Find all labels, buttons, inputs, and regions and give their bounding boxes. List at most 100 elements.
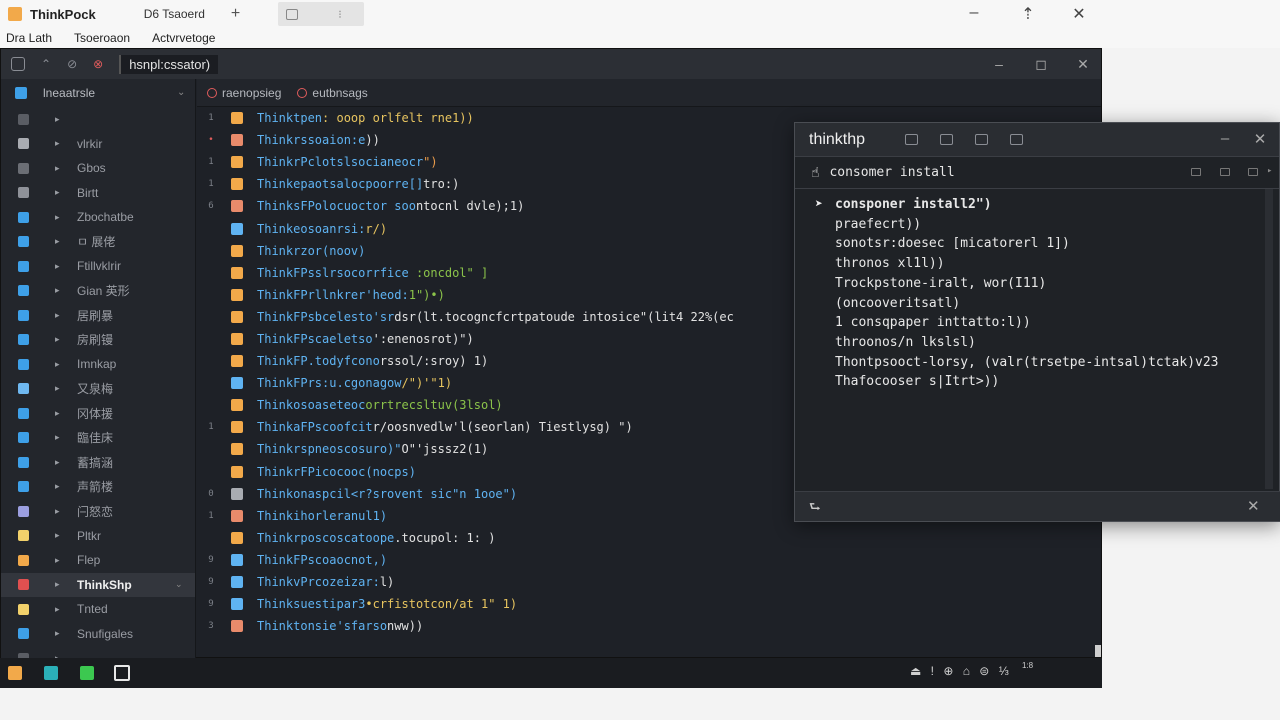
editor-close-button[interactable]: ✕ (1073, 56, 1093, 73)
sidebar-item[interactable]: ▸ Birtt (1, 181, 195, 206)
panel-icon[interactable] (1248, 168, 1258, 176)
sidebar-item[interactable]: ▸ ThinkShp ⌄ (1, 572, 195, 597)
expand-arrow-icon[interactable]: ▸ (55, 481, 65, 492)
expand-arrow-icon[interactable]: ▸ (55, 432, 65, 443)
expand-arrow-icon[interactable]: ▸ (55, 506, 65, 517)
file-type-icon (231, 576, 243, 589)
expand-arrow-icon[interactable]: ▸ (55, 212, 65, 223)
expand-arrow-icon[interactable]: ▸ (55, 408, 65, 419)
expand-arrow-icon[interactable]: ▸ (55, 187, 65, 198)
sidebar-item[interactable]: ▸ 居刷暴 (1, 303, 195, 328)
terminal-command-bar[interactable]: ☝ consomer install ▸ (795, 157, 1279, 189)
code-identifier: ThinkFPscoaocnot,) (257, 552, 388, 567)
sidebar-item[interactable]: ▸ Gbos (1, 156, 195, 181)
code-line[interactable]: 9 ThinkFPscoaocnot,) (197, 549, 1101, 571)
new-tab-button[interactable]: + (231, 5, 240, 23)
terminal-link-icon[interactable] (975, 134, 989, 145)
sidebar-item[interactable]: ▸ 蓄搞涵 (1, 450, 195, 475)
tab-raenopsieg[interactable]: raenopsieg (207, 86, 281, 100)
sidebar-header[interactable]: lneaatrsle ⌄ (1, 79, 195, 107)
chevron-down-icon[interactable]: ⌄ (175, 579, 183, 590)
taskbar-app-icon[interactable] (114, 665, 130, 681)
menu-item-session[interactable]: Tsoeroaon (74, 31, 130, 45)
expand-arrow-icon[interactable]: ▸ (55, 457, 65, 468)
hand-pointer-icon: ☝ (811, 164, 820, 181)
sidebar-item[interactable]: ▸ Tnted (1, 597, 195, 622)
sidebar-item[interactable]: ▸ vlrkir (1, 132, 195, 157)
terminal-command[interactable]: consomer install (829, 165, 954, 180)
expand-arrow-icon[interactable]: ▸ (55, 163, 65, 174)
code-line[interactable]: 9 Thinksuestipar3•crfistotcon/at 1" 1) (197, 593, 1101, 615)
expand-arrow-icon[interactable]: ▸ (55, 530, 65, 541)
terminal-minimize-button[interactable]: – (1215, 130, 1235, 147)
minimize-button[interactable]: – (962, 4, 986, 22)
taskbar-app-icon[interactable] (44, 666, 58, 680)
menu-item-activity[interactable]: Actvrvetoge (152, 31, 215, 45)
sidebar-item[interactable]: ▸ 臨佳床 (1, 426, 195, 451)
code-line[interactable]: 9 ThinkvPrcozeizar:l) (197, 571, 1101, 593)
expand-arrow-icon[interactable]: ▸ (55, 334, 65, 345)
sidebar-item[interactable]: ▸ ㅁ 展佬 (1, 230, 195, 255)
terminal-output[interactable]: ➤ consponer install2") praefecrt)) sonotsr… (795, 189, 1279, 489)
expand-arrow-icon[interactable]: ▸ (55, 236, 65, 247)
taskbar-app-icon[interactable] (8, 666, 22, 680)
sidebar-item[interactable]: ▸ Ftillvklrir (1, 254, 195, 279)
expand-arrow-icon[interactable]: ▸ (55, 359, 65, 370)
terminal-settings-icon[interactable] (1010, 134, 1024, 145)
panel-icon[interactable] (1220, 168, 1230, 176)
code-line[interactable]: 3 Thinktonsie'sfarsonww)) (197, 615, 1101, 637)
menu-item-file[interactable]: Dra Lath (6, 31, 52, 45)
sidebar-item[interactable]: ▸ (1, 107, 195, 132)
chevron-down-icon[interactable]: ⌄ (177, 87, 185, 98)
sidebar-item[interactable]: ▸ Imnkap (1, 352, 195, 377)
terminal-new-icon[interactable] (905, 134, 919, 145)
sidebar-item-label: Zbochatbe (77, 210, 134, 225)
taskbar-app-icon[interactable] (80, 666, 94, 680)
tab-strip[interactable]: ⁝ (278, 2, 365, 26)
error-icon[interactable]: ⊗ (93, 57, 103, 71)
sidebar-item[interactable]: ▸ Zbochatbe (1, 205, 195, 230)
tab-eutbnsags[interactable]: eutbnsags (297, 86, 368, 100)
terminal-footer-close-button[interactable]: ✕ (1247, 497, 1260, 515)
return-icon[interactable]: ⮑ (809, 498, 821, 520)
maximize-button[interactable]: ⇡ (1016, 4, 1040, 24)
file-icon (18, 113, 29, 125)
terminal-split-icon[interactable] (940, 134, 954, 145)
explorer-sidebar: lneaatrsle ⌄ ▸ ▸ vlrkir ▸ Gbos ▸ Birtt ▸ Zbochat… (1, 79, 196, 664)
sidebar-item[interactable]: ▸ Flep (1, 548, 195, 573)
sidebar-item[interactable]: ▸ 冈体援 (1, 401, 195, 426)
app-tab[interactable]: D6 Tsaoerd (144, 7, 205, 21)
block-icon[interactable]: ⊘ (67, 57, 77, 71)
chevron-right-icon[interactable]: ▸ (1267, 166, 1272, 176)
code-identifier: Thinksuestipar3 (257, 597, 366, 612)
sidebar-item[interactable]: ▸ Snufigales (1, 622, 195, 647)
expand-arrow-icon[interactable]: ▸ (55, 114, 65, 125)
expand-arrow-icon[interactable]: ▸ (55, 579, 65, 590)
up-arrow-icon[interactable]: ⌃ (41, 57, 51, 71)
sidebar-item[interactable]: ▸ 声箭楼 (1, 475, 195, 500)
code-line[interactable]: Thinkrposcoscatoope.tocupol: 1: ) (197, 527, 1101, 549)
expand-arrow-icon[interactable]: ▸ (55, 138, 65, 149)
expand-arrow-icon[interactable]: ▸ (55, 604, 65, 615)
expand-arrow-icon[interactable]: ▸ (55, 310, 65, 321)
sidebar-item[interactable]: ▸ 闩怒恋 (1, 499, 195, 524)
sidebar-item[interactable]: ▸ Gian 英形 (1, 279, 195, 304)
terminal-scrollbar[interactable] (1265, 189, 1273, 489)
editor-minimize-button[interactable]: – (989, 56, 1009, 72)
system-tray[interactable]: ⏏ ! ⊕ ⌂ ⊜ ⅓ (910, 664, 1012, 678)
terminal-close-button[interactable]: ✕ (1250, 130, 1270, 148)
expand-arrow-icon[interactable]: ▸ (55, 628, 65, 639)
scrollbar-thumb[interactable] (1095, 645, 1101, 657)
sidebar-item[interactable]: ▸ 房刷镘 (1, 328, 195, 353)
expand-arrow-icon[interactable]: ▸ (55, 285, 65, 296)
file-type-icon (231, 222, 243, 235)
sidebar-item[interactable]: ▸ 又泉梅 (1, 377, 195, 402)
close-button[interactable]: ✕ (1067, 4, 1091, 24)
expand-arrow-icon[interactable]: ▸ (55, 555, 65, 566)
editor-maximize-button[interactable]: ◻ (1031, 56, 1051, 73)
expand-arrow-icon[interactable]: ▸ (55, 383, 65, 394)
expand-arrow-icon[interactable]: ▸ (55, 261, 65, 272)
sidebar-item[interactable]: ▸ Pltkr (1, 524, 195, 549)
code-argument: ntocnl dvle);1) (415, 199, 525, 214)
panel-icon[interactable] (1191, 168, 1201, 176)
